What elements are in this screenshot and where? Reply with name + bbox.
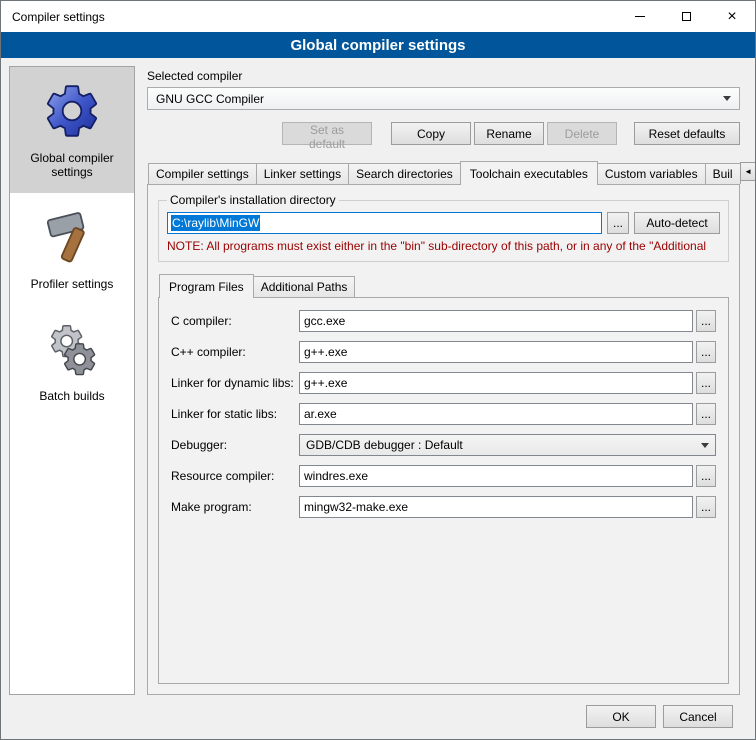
- program-files-panel: C compiler: ... C++ compiler: ... Linker…: [158, 297, 729, 684]
- installation-directory-legend: Compiler's installation directory: [167, 193, 339, 207]
- static-linker-browse-button[interactable]: ...: [696, 403, 716, 425]
- make-program-label: Make program:: [171, 500, 299, 514]
- window-title: Compiler settings: [1, 10, 617, 24]
- sidebar-item-global-compiler-settings[interactable]: Global compiler settings: [10, 67, 134, 193]
- minimize-button[interactable]: [617, 1, 663, 32]
- dynamic-linker-input[interactable]: [299, 372, 693, 394]
- cancel-button[interactable]: Cancel: [663, 705, 733, 728]
- subtab-additional-paths[interactable]: Additional Paths: [253, 276, 356, 297]
- main-tabstrip: Compiler settings Linker settings Search…: [147, 161, 740, 184]
- gear-blue-icon: [41, 80, 103, 142]
- install-dir-value: C:\raylib\MinGW: [171, 215, 260, 231]
- tab-scroll-left-button[interactable]: ◄: [740, 162, 756, 181]
- minimize-icon: [635, 16, 645, 17]
- cpp-compiler-label: C++ compiler:: [171, 345, 299, 359]
- delete-button[interactable]: Delete: [547, 122, 617, 145]
- tab-build-options[interactable]: Buil: [705, 163, 741, 184]
- maximize-button[interactable]: [663, 1, 709, 32]
- debugger-select[interactable]: GDB/CDB debugger : Default: [299, 434, 716, 456]
- set-as-default-button[interactable]: Set as default: [282, 122, 372, 145]
- rename-button[interactable]: Rename: [474, 122, 544, 145]
- copy-button[interactable]: Copy: [391, 122, 471, 145]
- compiler-select-value: GNU GCC Compiler: [156, 92, 264, 106]
- chevron-down-icon: [723, 96, 731, 101]
- dialog-body: Global compiler settings Profiler settin…: [1, 58, 755, 699]
- bin-subdirectory-note: NOTE: All programs must exist either in …: [167, 239, 720, 253]
- form-row-static-linker: Linker for static libs: ...: [171, 403, 716, 425]
- sidebar-item-profiler-settings[interactable]: Profiler settings: [10, 193, 134, 305]
- resource-compiler-label: Resource compiler:: [171, 469, 299, 483]
- static-linker-label: Linker for static libs:: [171, 407, 299, 421]
- titlebar: Compiler settings ×: [1, 1, 755, 32]
- arrow-left-icon: ◄: [744, 167, 752, 176]
- reset-defaults-button[interactable]: Reset defaults: [634, 122, 740, 145]
- c-compiler-label: C compiler:: [171, 314, 299, 328]
- dynamic-linker-label: Linker for dynamic libs:: [171, 376, 299, 390]
- static-linker-input[interactable]: [299, 403, 693, 425]
- dynamic-linker-browse-button[interactable]: ...: [696, 372, 716, 394]
- tab-compiler-settings[interactable]: Compiler settings: [148, 163, 257, 184]
- installation-directory-group: Compiler's installation directory C:\ray…: [158, 193, 729, 262]
- tab-custom-variables[interactable]: Custom variables: [597, 163, 706, 184]
- c-compiler-browse-button[interactable]: ...: [696, 310, 716, 332]
- ok-button[interactable]: OK: [586, 705, 656, 728]
- main-content: Selected compiler GNU GCC Compiler Set a…: [147, 66, 740, 695]
- cpp-compiler-input[interactable]: [299, 341, 693, 363]
- settings-sidebar: Global compiler settings Profiler settin…: [9, 66, 135, 695]
- c-compiler-input[interactable]: [299, 310, 693, 332]
- resource-compiler-input[interactable]: [299, 465, 693, 487]
- form-row-c-compiler: C compiler: ...: [171, 310, 716, 332]
- installation-directory-row: C:\raylib\MinGW ... Auto-detect: [167, 212, 720, 234]
- subtab-program-files[interactable]: Program Files: [159, 274, 254, 298]
- form-row-dynamic-linker: Linker for dynamic libs: ...: [171, 372, 716, 394]
- sidebar-item-batch-builds[interactable]: Batch builds: [10, 305, 134, 417]
- sidebar-item-label: Profiler settings: [31, 277, 114, 291]
- auto-detect-button[interactable]: Auto-detect: [634, 212, 720, 234]
- tab-scroll-controls: ◄ ►: [740, 162, 756, 183]
- toolchain-executables-panel: Compiler's installation directory C:\ray…: [147, 184, 740, 695]
- debugger-select-value: GDB/CDB debugger : Default: [306, 438, 463, 452]
- banner-title: Global compiler settings: [290, 37, 465, 54]
- tab-linker-settings[interactable]: Linker settings: [256, 163, 349, 184]
- cpp-compiler-browse-button[interactable]: ...: [696, 341, 716, 363]
- install-dir-browse-button[interactable]: ...: [607, 212, 629, 234]
- resource-compiler-browse-button[interactable]: ...: [696, 465, 716, 487]
- dialog-footer: OK Cancel: [1, 699, 755, 739]
- make-program-browse-button[interactable]: ...: [696, 496, 716, 518]
- form-row-debugger: Debugger: GDB/CDB debugger : Default: [171, 434, 716, 456]
- close-button[interactable]: ×: [709, 1, 755, 32]
- close-icon: ×: [727, 9, 736, 25]
- program-files-tabstrip: Program Files Additional Paths: [158, 274, 729, 297]
- debugger-label: Debugger:: [171, 438, 299, 452]
- selected-compiler-label: Selected compiler: [147, 69, 740, 83]
- tab-search-directories[interactable]: Search directories: [348, 163, 461, 184]
- dialog-banner: Global compiler settings: [1, 32, 755, 58]
- install-dir-input[interactable]: C:\raylib\MinGW: [167, 212, 602, 234]
- maximize-icon: [682, 12, 691, 21]
- window-controls: ×: [617, 1, 755, 32]
- chevron-down-icon: [701, 443, 709, 448]
- form-row-make-program: Make program: ...: [171, 496, 716, 518]
- compiler-settings-window: Compiler settings × Global compiler sett…: [0, 0, 756, 740]
- gears-gray-icon: [41, 318, 103, 380]
- sidebar-item-label: Global compiler settings: [15, 151, 129, 179]
- profiler-tool-icon: [41, 206, 103, 268]
- sidebar-item-label: Batch builds: [39, 389, 104, 403]
- form-row-cpp-compiler: C++ compiler: ...: [171, 341, 716, 363]
- make-program-input[interactable]: [299, 496, 693, 518]
- form-row-resource-compiler: Resource compiler: ...: [171, 465, 716, 487]
- tab-toolchain-executables[interactable]: Toolchain executables: [460, 161, 598, 185]
- compiler-select[interactable]: GNU GCC Compiler: [147, 87, 740, 110]
- compiler-actions: Set as default Copy Rename Delete Reset …: [147, 122, 740, 145]
